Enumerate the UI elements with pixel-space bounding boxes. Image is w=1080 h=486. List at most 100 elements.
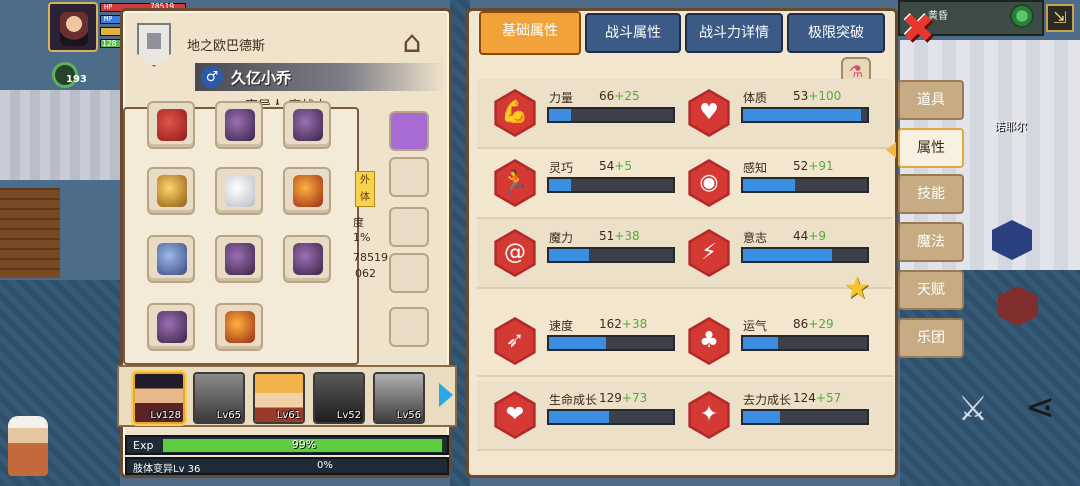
side-tab-attributes[interactable]: 属性 — [898, 128, 964, 168]
hud-exp-value: 128 — [102, 39, 117, 48]
chef-npc-sprite — [8, 416, 48, 476]
attribute-bar-fill — [549, 109, 572, 121]
party-member-card[interactable]: Lv52 — [313, 372, 365, 424]
outer-body-tag: 外体 — [355, 171, 375, 207]
side-stat-number: 062 — [355, 267, 376, 280]
sword-icon[interactable]: ⚔ — [954, 390, 992, 428]
attribute-row: @ 魔力 51+38 ⚡ 意志 44+9 — [477, 219, 893, 289]
attribute-name: 生命成长 — [549, 393, 598, 407]
attribute-bar — [741, 177, 869, 193]
attribute-value: 53+100 — [793, 89, 842, 103]
chest-armor-icon — [225, 311, 255, 343]
party-member-card[interactable]: Lv61 — [253, 372, 305, 424]
party-member-card[interactable]: Lv65 — [193, 372, 245, 424]
attribute-tab-bar: 基础属性 战斗属性 战斗力详情 极限突破 — [469, 11, 901, 61]
limb-mutation-bar: 肢体变异Lv 36 0% — [125, 457, 449, 475]
equip-slot[interactable] — [283, 167, 331, 215]
glove-accessory-slot[interactable] — [389, 157, 429, 197]
attribute-bar — [547, 335, 675, 351]
side-tab-items[interactable]: 道具 — [898, 80, 964, 120]
attribute-value: 52+91 — [793, 159, 834, 173]
attribute-value: 44+9 — [793, 229, 826, 243]
share-icon[interactable]: ⋖ — [1018, 386, 1062, 430]
globe-icon[interactable] — [1010, 4, 1034, 28]
side-tab-magic[interactable]: 魔法 — [898, 222, 964, 262]
equip-slot[interactable] — [283, 235, 331, 283]
member-level: Lv56 — [396, 410, 421, 421]
member-level: Lv52 — [336, 410, 361, 421]
attribute-value: 54+5 — [599, 159, 632, 173]
male-gender-icon: ♂ — [201, 66, 223, 88]
attribute-bar — [547, 247, 675, 263]
attribute-magic: @ 魔力 51+38 — [477, 219, 677, 289]
attribute-bar — [547, 177, 675, 193]
hanger-icon[interactable]: ⌂ — [385, 21, 439, 65]
side-tab-talent[interactable]: 天赋 — [898, 270, 964, 310]
attribute-agility: 🏃 灵巧 54+5 — [477, 149, 677, 219]
attribute-value: 124+57 — [793, 391, 842, 405]
attribute-bar-fill — [743, 249, 833, 261]
attribute-name: 力量 — [549, 91, 574, 105]
equip-slot[interactable] — [215, 303, 263, 351]
equip-slot[interactable] — [215, 167, 263, 215]
exp-percent: 99% — [291, 438, 317, 451]
party-member-card[interactable]: Lv56 — [373, 372, 425, 424]
glove-icon — [293, 109, 323, 141]
tab-power-details[interactable]: 战斗力详情 — [685, 13, 783, 53]
machine-accessory-slot[interactable] — [389, 253, 429, 293]
attribute-name: 运气 — [743, 319, 768, 333]
attribute-bar-fill — [549, 179, 572, 191]
attribute-value: 86+29 — [793, 317, 834, 331]
party-member-card[interactable]: Lv128 — [133, 372, 185, 424]
tab-combat-attributes[interactable]: 战斗属性 — [585, 13, 681, 53]
attribute-name: 体质 — [743, 91, 768, 105]
attribute-bar — [741, 247, 869, 263]
boots-icon — [293, 243, 323, 275]
star-icon[interactable]: ★ — [841, 273, 873, 305]
attribute-luck: ♣ 运气 86+29 — [671, 307, 871, 377]
equip-slot[interactable] — [283, 101, 331, 149]
equip-slot[interactable] — [215, 235, 263, 283]
attribute-bar-fill — [549, 337, 607, 349]
equip-slot[interactable] — [147, 167, 195, 215]
attribute-bar — [741, 107, 869, 123]
attribute-name: 感知 — [743, 161, 768, 175]
greaves-icon — [157, 311, 187, 343]
close-button[interactable]: ✖ — [898, 9, 938, 50]
attribute-name: 魔力 — [549, 231, 574, 245]
purple-gem-icon[interactable] — [389, 111, 429, 151]
cloak-icon — [157, 109, 187, 141]
limb-mutation-label: 肢体变异Lv 36 — [133, 464, 201, 475]
player-avatar[interactable] — [48, 2, 98, 52]
bookshelf — [0, 188, 60, 278]
equip-slot[interactable] — [215, 101, 263, 149]
equipment-grid — [123, 101, 359, 365]
next-arrow-icon[interactable] — [439, 383, 453, 407]
white-glove-icon — [225, 175, 255, 207]
attribute-value: 66+25 — [599, 89, 640, 103]
tab-basic-attributes[interactable]: 基础属性 — [479, 11, 581, 55]
attribute-name: 去力成长 — [743, 393, 792, 407]
tab-limit-break[interactable]: 极限突破 — [787, 13, 885, 53]
exp-label: Exp — [133, 439, 154, 452]
exit-icon[interactable]: ⇲ — [1046, 4, 1074, 32]
side-tab-band[interactable]: 乐团 — [898, 318, 964, 358]
attribute-bar-fill — [743, 109, 861, 121]
side-tab-skills[interactable]: 技能 — [898, 174, 964, 214]
belt-icon — [157, 243, 187, 275]
attribute-row: 🏃 灵巧 54+5 ◉ 感知 52+91 — [477, 149, 893, 219]
member-level: Lv128 — [150, 410, 181, 421]
equip-slot[interactable] — [147, 101, 195, 149]
attribute-value: 162+38 — [599, 317, 648, 331]
attribute-speed: ➶ 速度 162+38 — [477, 307, 677, 377]
equip-slot[interactable] — [147, 303, 195, 351]
boots-icon — [225, 243, 255, 275]
red-belt-slot[interactable] — [389, 207, 429, 247]
attribute-bar-fill — [549, 249, 589, 261]
gauntlet-icon — [225, 109, 255, 141]
equip-slot[interactable] — [147, 235, 195, 283]
attribute-life-growth: ❤ 生命成长 129+73 — [477, 381, 677, 451]
attribute-perception: ◉ 感知 52+91 — [671, 149, 871, 219]
empty-accessory-slot[interactable] — [389, 307, 429, 347]
character-title: 地之欧巴德斯 — [187, 39, 266, 54]
